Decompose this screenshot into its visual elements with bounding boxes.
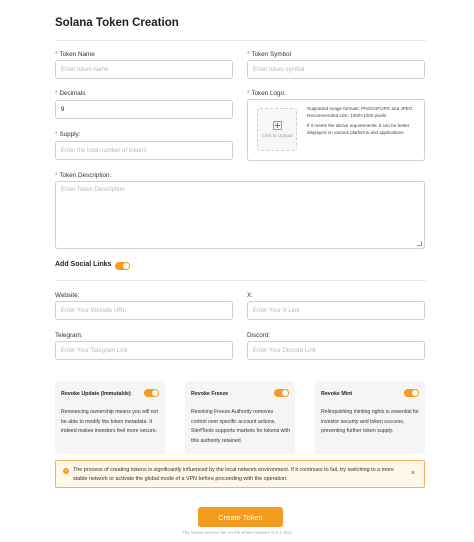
- decimals-input[interactable]: 9: [55, 100, 233, 119]
- revoke-mint-toggle[interactable]: [404, 389, 419, 397]
- revoke-update-title: Revoke Update (Immutable): [61, 391, 131, 397]
- toggle-knob: [412, 390, 418, 396]
- revoke-freeze-title: Revoke Freeze: [191, 391, 229, 397]
- image-plus-icon: [272, 121, 282, 130]
- social-links-toggle[interactable]: [115, 262, 130, 270]
- token-symbol-input[interactable]: Enter token symbol: [247, 60, 425, 79]
- supply-input[interactable]: Enter the total number of tokens: [55, 141, 233, 160]
- token-symbol-label: * Token Symbol: [247, 51, 292, 58]
- toggle-knob: [123, 263, 129, 269]
- telegram-label: Telegram:: [55, 332, 83, 339]
- revoke-mint-title: Revoke Mint: [321, 391, 353, 397]
- service-fee-note: The lowest service fee on the entire net…: [181, 530, 293, 535]
- title-divider: [55, 40, 426, 41]
- required-mark: *: [55, 131, 58, 138]
- required-mark: *: [247, 90, 250, 97]
- revoke-mint-description: Relinquishing minting rights is essentia…: [321, 409, 420, 435]
- discord-label: Discord:: [247, 332, 271, 339]
- resize-handle-icon[interactable]: [417, 241, 422, 246]
- logo-note: If it meets the above requirements, it c…: [307, 123, 410, 135]
- required-mark: *: [55, 90, 58, 97]
- social-divider: [55, 280, 426, 281]
- warning-icon: !: [63, 468, 69, 474]
- token-name-label: * Token Name: [55, 51, 95, 58]
- required-mark: *: [55, 172, 58, 179]
- page-title: Solana Token Creation: [55, 17, 179, 29]
- upload-label: Click to Upload: [261, 133, 293, 138]
- required-mark: *: [55, 51, 58, 58]
- social-links-heading: Add Social Links: [55, 261, 112, 268]
- revoke-update-toggle[interactable]: [144, 389, 159, 397]
- required-mark: *: [247, 51, 250, 58]
- toggle-knob: [152, 390, 158, 396]
- create-token-button[interactable]: Create Token: [198, 507, 283, 527]
- token-logo-box: Click to Upload Supported image formats:…: [247, 99, 425, 161]
- revoke-update-description: Renouncing ownership means you will not …: [61, 409, 158, 435]
- website-input[interactable]: Enter Your Website URL: [55, 301, 233, 320]
- telegram-input[interactable]: Enter Your Telegram Link: [55, 341, 233, 360]
- logo-upload-button[interactable]: Click to Upload: [257, 108, 297, 151]
- revoke-freeze-card: Revoke Freeze Revoking Freeze Authority …: [185, 381, 295, 454]
- description-label: * Token Description:: [55, 172, 112, 179]
- website-label: Website:: [55, 292, 80, 299]
- logo-requirements: Supported image formats: PNG/GIF/JPG and…: [307, 106, 419, 141]
- toggle-knob: [282, 390, 288, 396]
- supply-label: * Supply:: [55, 131, 81, 138]
- x-label: X:: [247, 292, 253, 299]
- network-warning-alert: ! The process of creating tokens is sign…: [55, 460, 425, 488]
- discord-input[interactable]: Enter Your Discord Link: [247, 341, 425, 360]
- x-link-input[interactable]: Enter Your X Link: [247, 301, 425, 320]
- token-name-input[interactable]: Enter token name: [55, 60, 233, 79]
- decimals-label: * Decimals: [55, 90, 86, 97]
- token-creation-page: Solana Token Creation * Token Name Enter …: [0, 0, 474, 542]
- close-icon[interactable]: ×: [411, 470, 415, 477]
- logo-formats: Supported image formats: PNG/GIF/JPG and…: [307, 106, 413, 111]
- description-textarea[interactable]: Enter Token Description: [55, 181, 425, 249]
- revoke-update-card: Revoke Update (Immutable) Renouncing own…: [55, 381, 165, 454]
- token-logo-label: * Token Logo:: [247, 90, 286, 97]
- revoke-mint-card: Revoke Mint Relinquishing minting rights…: [315, 381, 425, 454]
- revoke-freeze-toggle[interactable]: [274, 389, 289, 397]
- logo-recommended-size: Recommended size: 1000×1000 pixels: [307, 112, 387, 118]
- alert-text: The process of creating tokens is signif…: [73, 467, 394, 482]
- revoke-freeze-description: Revoking Freeze Authority removes contro…: [191, 409, 290, 444]
